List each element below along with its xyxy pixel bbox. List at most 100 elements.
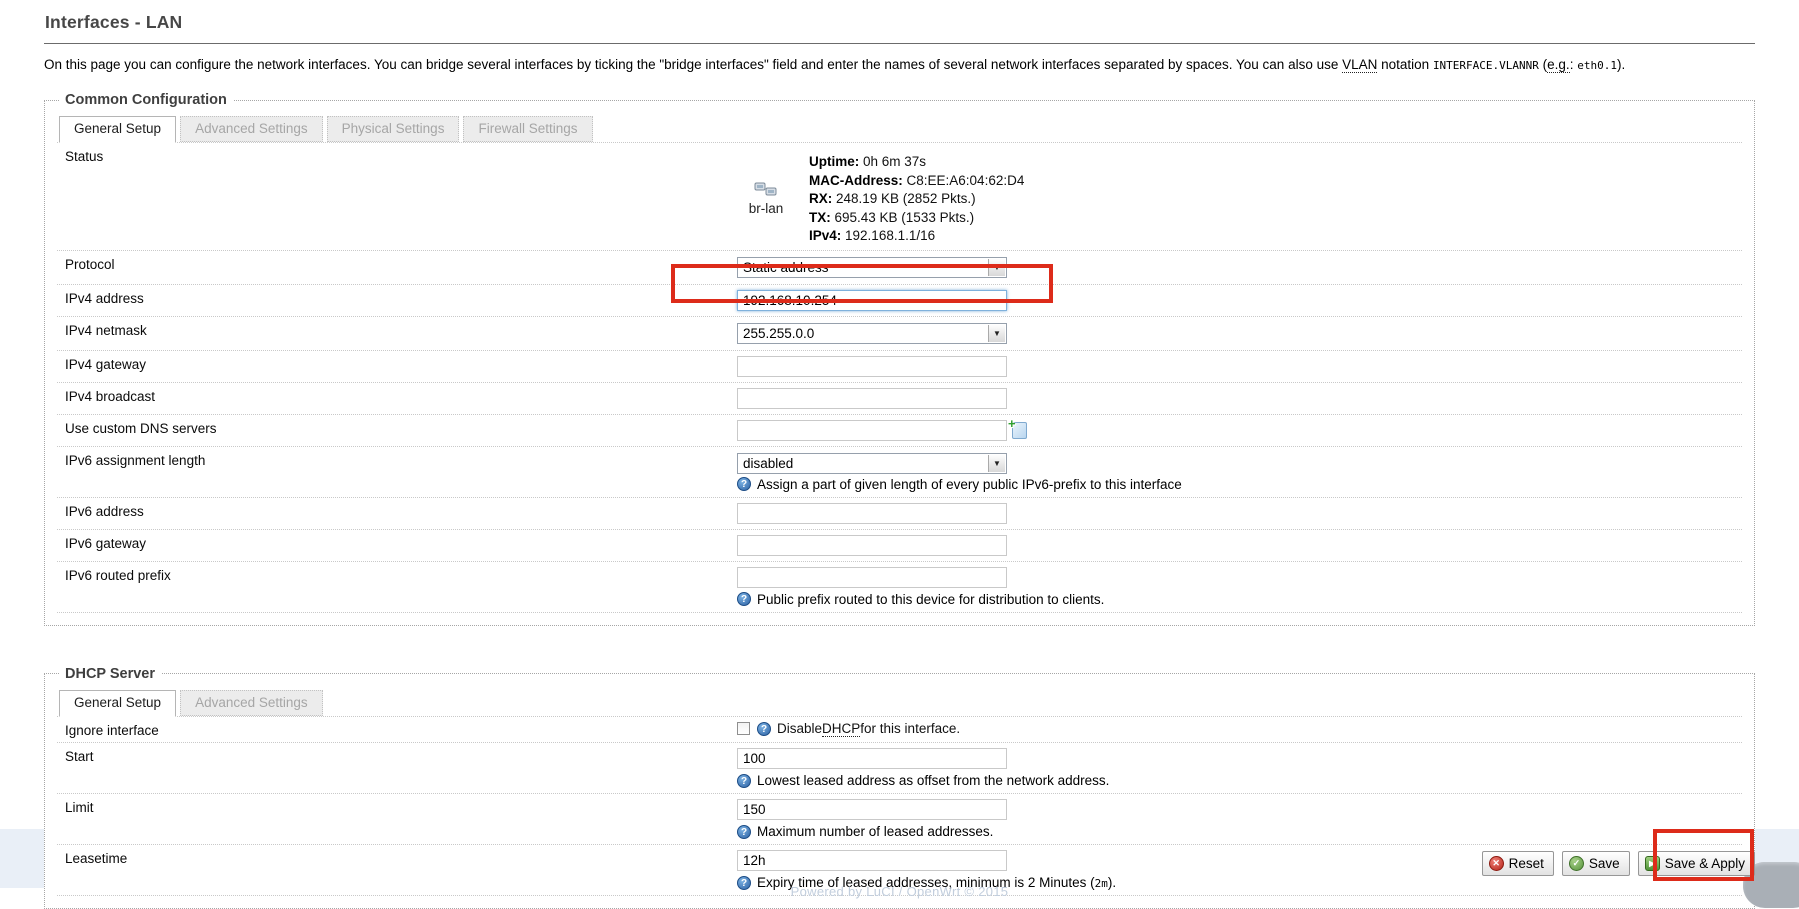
ipv6-routed-prefix-row: IPv6 routed prefix ? Public prefix route…	[57, 562, 1742, 613]
ipv4-netmask-select[interactable]: 255.255.0.0 ▼	[737, 323, 1007, 344]
apply-play-icon: ▶	[1645, 856, 1660, 871]
ipv4-address-row: IPv4 address	[57, 285, 1742, 317]
save-apply-button[interactable]: ▶ Save & Apply	[1638, 851, 1755, 876]
common-configuration-section: Common Configuration General Setup Advan…	[44, 92, 1755, 626]
ipv4-address-input[interactable]	[737, 290, 1007, 311]
dhcp-leasetime-input[interactable]	[737, 850, 1007, 871]
help-text: Disable	[777, 721, 822, 736]
help-text: Maximum number of leased addresses.	[757, 824, 993, 839]
eth01-code: eth0.1	[1577, 59, 1617, 72]
description-text: On this page you can configure the netwo…	[44, 57, 1342, 72]
status-label: Status	[57, 146, 737, 246]
tab-dhcp-advanced-settings[interactable]: Advanced Settings	[180, 690, 323, 716]
dhcp-limit-input[interactable]	[737, 799, 1007, 820]
ipv4-broadcast-input[interactable]	[737, 388, 1007, 409]
page-description: On this page you can configure the netwo…	[44, 55, 1755, 76]
bridge-interface-icon	[754, 185, 778, 200]
ipv6-routed-prefix-help: ? Public prefix routed to this device fo…	[737, 592, 1742, 607]
ipv6-address-label: IPv6 address	[57, 501, 737, 525]
dhcp-start-row: Start ? Lowest leased address as offset …	[57, 743, 1742, 794]
ipv4-broadcast-row: IPv4 broadcast	[57, 383, 1742, 415]
dhcp-start-input[interactable]	[737, 748, 1007, 769]
dhcp-limit-row: Limit ? Maximum number of leased address…	[57, 794, 1742, 845]
ignore-interface-label: Ignore interface	[57, 720, 737, 739]
tab-general-setup[interactable]: General Setup	[59, 116, 176, 143]
help-icon: ?	[737, 592, 751, 606]
ipv6-routed-prefix-input[interactable]	[737, 567, 1007, 588]
description-text: ).	[1617, 57, 1625, 72]
add-entry-icon[interactable]	[1012, 422, 1027, 439]
common-configuration-legend: Common Configuration	[59, 92, 233, 108]
help-text: Assign a part of given length of every p…	[757, 477, 1182, 492]
ipv6-assignment-row: IPv6 assignment length disabled ▼ ? Assi…	[57, 447, 1742, 498]
dhcp-start-label: Start	[57, 746, 737, 789]
tab-firewall-settings[interactable]: Firewall Settings	[463, 116, 592, 142]
description-text: (	[1539, 57, 1547, 72]
stat-mac: MAC-Address: C8:EE:A6:04:62:D4	[809, 172, 1024, 191]
protocol-select-value: Static address	[743, 260, 829, 275]
ipv6-assignment-help: ? Assign a part of given length of every…	[737, 477, 1742, 492]
ignore-interface-row: Ignore interface ? Disable DHCP for this…	[57, 717, 1742, 744]
tab-advanced-settings[interactable]: Advanced Settings	[180, 116, 323, 142]
ignore-interface-checkbox[interactable]	[737, 722, 750, 735]
help-icon: ?	[737, 774, 751, 788]
help-text: Public prefix routed to this device for …	[757, 592, 1104, 607]
help-text: Lowest leased address as offset from the…	[757, 773, 1109, 788]
reset-button[interactable]: ✕ Reset	[1482, 851, 1554, 876]
protocol-row: Protocol Static address ▼	[57, 251, 1742, 285]
ipv4-gateway-row: IPv4 gateway	[57, 351, 1742, 383]
save-button-label: Save	[1589, 856, 1620, 871]
page-title: Interfaces - LAN	[44, 6, 1755, 44]
save-check-icon: ✓	[1569, 856, 1584, 871]
common-config-tabs: General Setup Advanced Settings Physical…	[57, 112, 1742, 142]
ipv6-address-input[interactable]	[737, 503, 1007, 524]
custom-dns-row: Use custom DNS servers	[57, 415, 1742, 447]
chevron-down-icon[interactable]: ▼	[988, 325, 1005, 342]
footer-powered-by: Powered by LuCI / OpenWrt © 2015	[0, 884, 1799, 899]
page-content: Interfaces - LAN On this page you can co…	[0, 0, 1799, 909]
action-button-bar: ✕ Reset ✓ Save ▶ Save & Apply	[1482, 851, 1755, 876]
ipv6-assignment-select-value: disabled	[743, 456, 793, 471]
ipv6-gateway-label: IPv6 gateway	[57, 533, 737, 557]
ipv4-broadcast-label: IPv4 broadcast	[57, 386, 737, 410]
ipv6-gateway-row: IPv6 gateway	[57, 530, 1742, 562]
status-row: Status br-lan	[57, 143, 1742, 251]
ipv6-address-row: IPv6 address	[57, 498, 1742, 530]
stat-uptime: Uptime: 0h 6m 37s	[809, 153, 1024, 172]
custom-dns-input[interactable]	[737, 420, 1007, 441]
stat-ipv4: IPv4: 192.168.1.1/16	[809, 227, 1024, 246]
interface-stats: Uptime: 0h 6m 37s MAC-Address: C8:EE:A6:…	[809, 153, 1024, 246]
ipv4-netmask-row: IPv4 netmask 255.255.0.0 ▼	[57, 317, 1742, 351]
description-text: notation	[1377, 57, 1433, 72]
dhcp-tabs: General Setup Advanced Settings	[57, 686, 1742, 716]
protocol-select[interactable]: Static address ▼	[737, 257, 1007, 278]
eg-abbr: e.g.	[1547, 57, 1570, 73]
ipv4-netmask-select-value: 255.255.0.0	[743, 326, 814, 341]
tab-dhcp-general-setup[interactable]: General Setup	[59, 690, 176, 717]
interface-name: br-lan	[737, 201, 795, 216]
dhcp-limit-help: ? Maximum number of leased addresses.	[737, 824, 1742, 839]
ipv6-routed-prefix-label: IPv6 routed prefix	[57, 565, 737, 608]
ipv4-address-label: IPv4 address	[57, 288, 737, 312]
chevron-down-icon[interactable]: ▼	[988, 259, 1005, 276]
ipv6-gateway-input[interactable]	[737, 535, 1007, 556]
help-icon: ?	[757, 722, 771, 736]
reset-icon: ✕	[1489, 856, 1504, 871]
dhcp-start-help: ? Lowest leased address as offset from t…	[737, 773, 1742, 788]
chevron-down-icon[interactable]: ▼	[988, 455, 1005, 472]
help-text: for this interface.	[860, 721, 960, 736]
tab-physical-settings[interactable]: Physical Settings	[327, 116, 460, 142]
ipv6-assignment-select[interactable]: disabled ▼	[737, 453, 1007, 474]
help-icon: ?	[737, 477, 751, 491]
ipv4-gateway-label: IPv4 gateway	[57, 354, 737, 378]
save-button[interactable]: ✓ Save	[1562, 851, 1630, 876]
ipv4-netmask-label: IPv4 netmask	[57, 320, 737, 346]
dhcp-limit-label: Limit	[57, 797, 737, 840]
stat-rx: RX: 248.19 KB (2852 Pkts.)	[809, 190, 1024, 209]
ipv4-gateway-input[interactable]	[737, 356, 1007, 377]
save-apply-button-label: Save & Apply	[1665, 856, 1745, 871]
protocol-label: Protocol	[57, 254, 737, 280]
ipv6-assignment-label: IPv6 assignment length	[57, 450, 737, 493]
dhcp-abbr: DHCP	[822, 721, 860, 737]
interface-block: br-lan	[737, 182, 795, 216]
